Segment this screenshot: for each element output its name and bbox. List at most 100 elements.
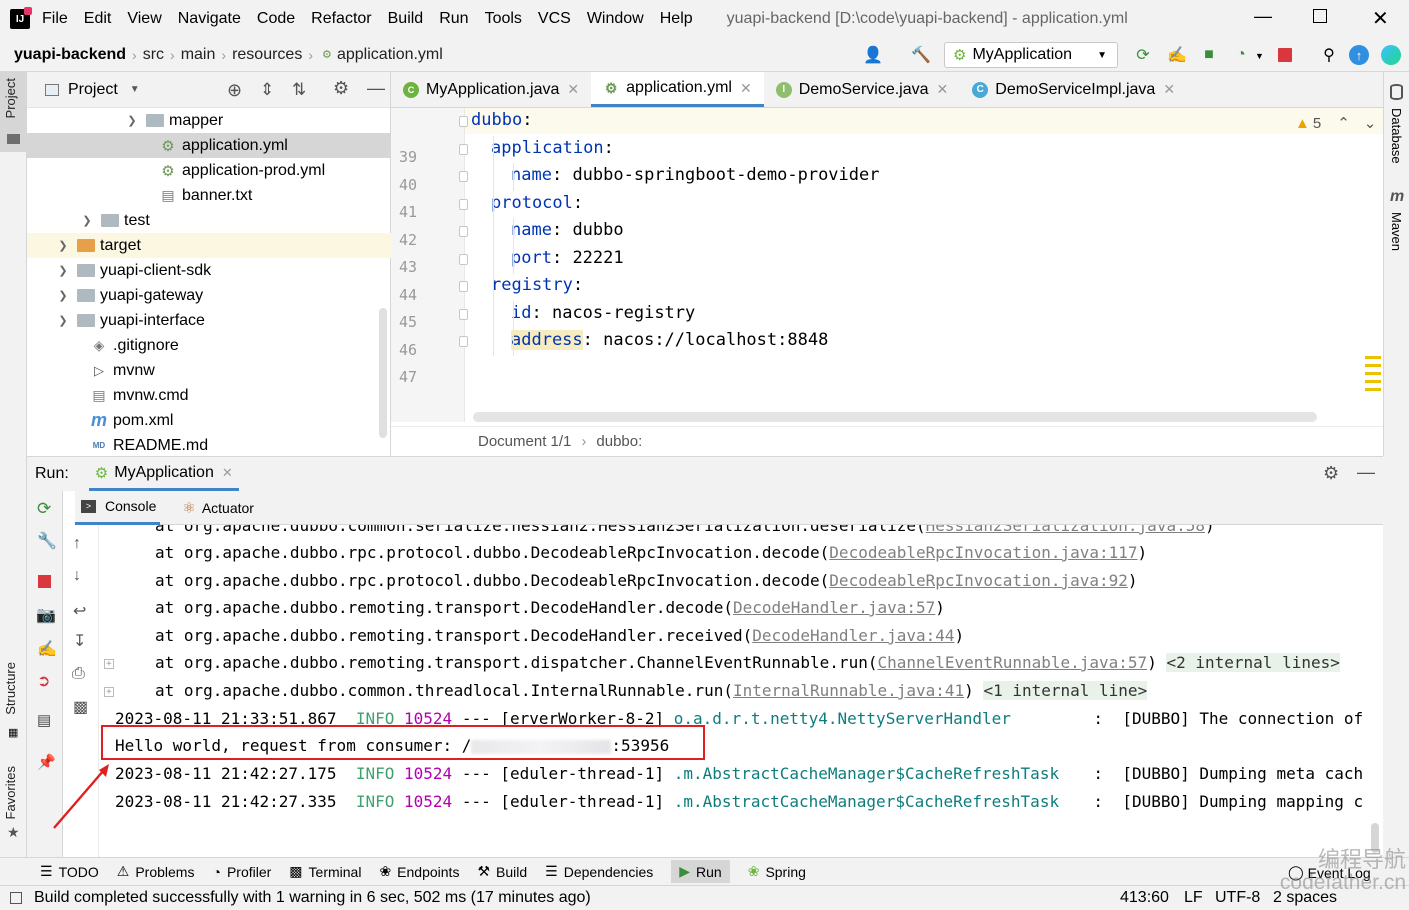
tree-item[interactable]: ⚙ application-prod.yml [27,158,391,183]
menu-tools[interactable]: Tools [485,10,522,28]
tab-demoserviceimpl-java[interactable]: C DemoServiceImpl.java ✕ [960,72,1187,107]
tree-item[interactable]: ◈ .gitignore [27,333,391,358]
fold-marker-icon[interactable] [459,281,468,292]
close-icon[interactable]: ✕ [937,81,949,98]
source-link[interactable]: DecodeableRpcInvocation.java:117 [829,543,1137,562]
tool-todo[interactable]: ☰ TODO [40,863,99,880]
source-link[interactable]: DecodeHandler.java:57 [733,598,935,617]
tree-scrollbar[interactable] [379,308,387,438]
tree-item[interactable]: ❯ yuapi-client-sdk [27,258,391,283]
menu-navigate[interactable]: Navigate [178,10,241,28]
close-icon[interactable]: ✕ [222,465,233,481]
menu-refactor[interactable]: Refactor [311,10,371,28]
menu-run[interactable]: Run [439,10,468,28]
tool-event-log[interactable]: ◯ Event Log [1288,864,1371,881]
update-icon[interactable]: ↑ [1349,45,1369,65]
expand-fold-icon[interactable]: + [104,687,114,697]
rerun-icon[interactable]: ⟳ [1132,44,1154,66]
structure-tool-label[interactable]: Structure [3,662,18,715]
chevron-right-icon[interactable]: ❯ [81,214,93,227]
menu-help[interactable]: Help [660,10,693,28]
indent-setting[interactable]: 2 spaces [1273,889,1337,907]
fold-marker-icon[interactable] [459,171,468,182]
expand-all-icon[interactable]: ⇕ [260,80,274,100]
status-toggle-icon[interactable] [10,892,22,904]
chevron-down-icon[interactable]: ⌄ [1364,114,1377,132]
breadcrumb-file[interactable]: application.yml [337,46,443,64]
chevron-right-icon[interactable]: ❯ [57,239,69,252]
menu-code[interactable]: Code [257,10,295,28]
tree-item[interactable]: ❯ mapper [27,108,391,133]
print-icon[interactable]: ⎙ [72,665,85,683]
chevron-right-icon[interactable]: ❯ [57,314,69,327]
source-link[interactable]: DecodeHandler.java:44 [752,626,954,645]
tool-profiler[interactable]: ◔ Profiler [212,864,271,880]
layout-icon[interactable]: ▤ [37,711,51,729]
run-tab-myapplication[interactable]: ⚙ MyApplication ✕ [88,457,239,491]
profile-icon[interactable]: ◔ [1230,44,1252,66]
tree-item[interactable]: m pom.xml [27,408,391,433]
tree-item[interactable]: MD README.md [27,433,391,458]
menu-build[interactable]: Build [388,10,424,28]
trash-icon[interactable]: ▩ [73,697,88,717]
login-icon[interactable]: ➲ [37,671,50,691]
menu-window[interactable]: Window [587,10,644,28]
stop-icon[interactable] [1278,48,1292,62]
menu-vcs[interactable]: VCS [538,10,571,28]
tree-item[interactable]: ▤ mvnw.cmd [27,383,391,408]
editor-hscrollbar[interactable] [473,412,1317,422]
caret-position[interactable]: 413:60 [1120,889,1169,907]
tool-problems[interactable]: ⚠ Problems [117,863,195,880]
arrow-up-icon[interactable]: ↑ [73,535,81,553]
fold-marker-icon[interactable] [459,143,468,155]
source-link[interactable]: InternalRunnable.java:41 [733,681,964,700]
wrench-icon[interactable]: 🔧 [37,531,57,551]
tab-myapplication-java[interactable]: C MyApplication.java ✕ [391,72,591,107]
source-link[interactable]: DecodeableRpcInvocation.java:92 [829,571,1128,590]
build-hammer-icon[interactable]: 🔨 [910,44,932,66]
fold-marker-icon[interactable] [459,253,468,265]
minimize-button[interactable]: — [1254,6,1272,27]
coverage-icon[interactable]: ■ [1198,44,1220,66]
hide-panel-icon[interactable]: — [367,78,385,99]
rerun-icon[interactable]: ⟳ [37,499,51,519]
scroll-to-end-icon[interactable]: ↧ [73,631,86,651]
arrow-down-icon[interactable]: ↓ [73,567,81,585]
breadcrumb-document[interactable]: Document 1/1 [478,433,571,450]
more-run-chevron-icon[interactable]: ▼ [1255,51,1264,61]
debug-bug-icon[interactable]: ✍ [1166,44,1188,66]
search-icon[interactable]: ⚲ [1318,44,1340,66]
camera-icon[interactable]: 📷 [36,605,56,625]
expand-fold-icon[interactable]: + [104,659,114,669]
soft-wrap-icon[interactable]: ↩ [73,601,86,621]
close-window-button[interactable]: ✕ [1372,6,1389,31]
tool-run[interactable]: ▶ Run [671,860,730,883]
close-icon[interactable]: ✕ [1163,81,1175,98]
chevron-down-icon[interactable]: ▼ [130,84,140,95]
tree-item[interactable]: ❯ test [27,208,391,233]
tool-dependencies[interactable]: ☰ Dependencies [545,863,653,880]
menu-file[interactable]: File [42,10,68,28]
close-icon[interactable]: ✕ [567,81,579,98]
tab-console[interactable]: > Console [75,491,161,525]
fold-marker-icon[interactable] [459,336,468,347]
fold-marker-icon[interactable] [459,308,468,320]
collapse-all-icon[interactable]: ⇅ [292,80,306,100]
hide-panel-icon[interactable]: — [1357,462,1375,483]
file-encoding[interactable]: UTF-8 [1215,889,1260,907]
breadcrumb-dubbo[interactable]: dubbo: [596,433,642,450]
run-config-selector[interactable]: ⚙ MyApplication ▼ [944,42,1118,68]
gear-icon[interactable]: ⚙ [333,78,349,99]
jetbrains-toolbox-icon[interactable] [1381,45,1401,65]
chevron-right-icon[interactable]: ❯ [126,114,138,127]
tool-spring[interactable]: ❀ Spring [748,863,806,880]
breadcrumb-src[interactable]: src [143,46,164,64]
locate-file-icon[interactable]: ⊕ [227,80,242,101]
fold-marker-icon[interactable] [459,226,468,237]
folded-lines[interactable]: <2 internal lines> [1166,653,1340,672]
tab-application-yml[interactable]: ⚙ application.yml ✕ [591,72,764,107]
chevron-up-icon[interactable]: ⌃ [1337,114,1350,132]
chevron-right-icon[interactable]: ❯ [57,264,69,277]
source-link[interactable]: ChannelEventRunnable.java:57 [877,653,1147,672]
menu-view[interactable]: View [127,10,161,28]
